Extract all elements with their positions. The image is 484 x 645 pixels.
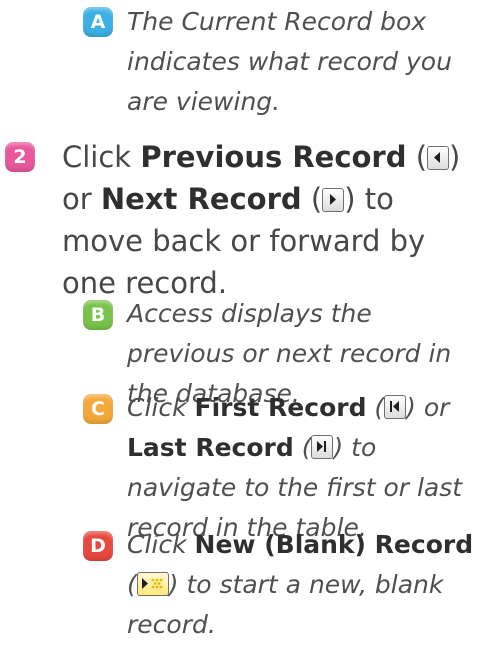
note-a-text: The Current Record box indicates what re…	[127, 7, 452, 116]
badge-b: B	[83, 300, 113, 330]
last-record-icon	[311, 435, 334, 459]
previous-record-icon	[427, 146, 450, 170]
note-c-text: Click First Record () or Last Record () …	[127, 393, 463, 542]
badge-d: D	[83, 531, 113, 561]
next-record-icon	[322, 188, 345, 212]
badge-c: C	[83, 394, 113, 424]
new-blank-record-label: New (Blank) Record	[194, 530, 474, 559]
badge-step-2: 2	[5, 142, 35, 172]
first-record-label: First Record	[194, 393, 367, 422]
new-blank-record-icon	[136, 572, 169, 596]
step-2-text: Click Previous Record () or Next Record …	[62, 140, 461, 300]
badge-a: A	[83, 7, 113, 37]
previous-record-label: Previous Record	[140, 140, 407, 174]
next-record-label: Next Record	[100, 182, 302, 216]
last-record-label: Last Record	[127, 433, 294, 462]
note-d-text: Click New (Blank) Record () to start a n…	[127, 530, 474, 639]
first-record-icon	[384, 395, 407, 419]
